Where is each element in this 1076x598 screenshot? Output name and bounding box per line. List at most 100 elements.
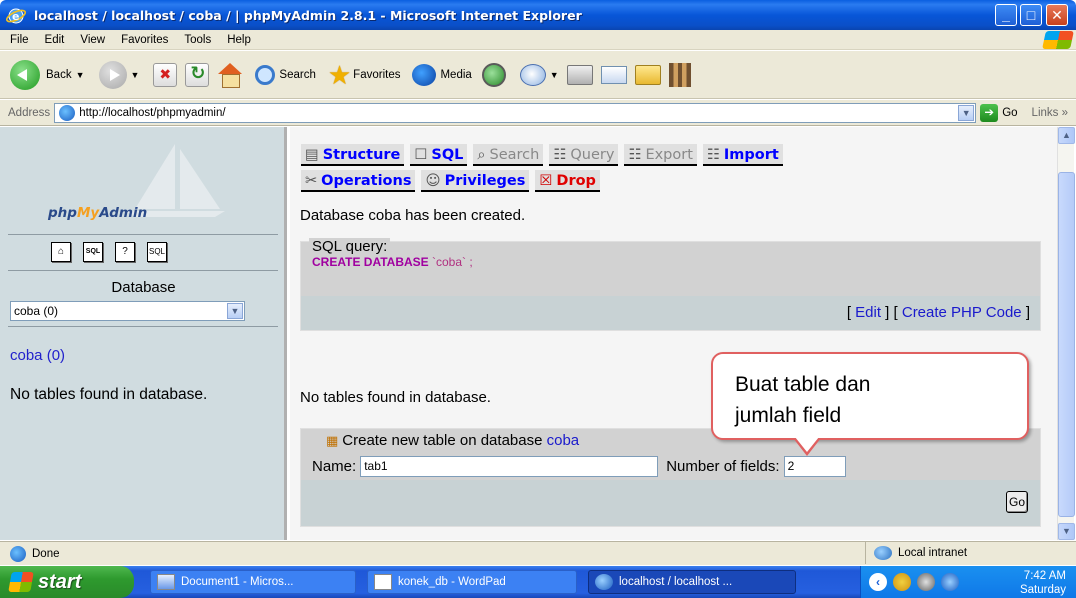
print-button[interactable] [566, 64, 593, 85]
chevron-left-icon[interactable]: ‹ [869, 573, 887, 591]
mail-button[interactable]: ▼ [519, 63, 559, 86]
back-label: Back [46, 68, 72, 81]
address-bar: Address http://localhost/phpmyadmin/ ▼ ➔… [0, 100, 1076, 126]
go-button[interactable]: Go [1006, 491, 1028, 513]
maximize-button[interactable]: □ [1020, 4, 1042, 26]
help-icon[interactable]: ? [115, 242, 135, 262]
zone-label: Local intranet [898, 547, 968, 559]
tab-operations[interactable]: ✂ Operations [301, 170, 416, 192]
tab-search[interactable]: ⌕ Search [473, 144, 544, 166]
create-php-code-link[interactable]: Create PHP Code [902, 304, 1022, 321]
research-button[interactable] [668, 62, 691, 87]
database-label: Database [111, 279, 176, 296]
close-button[interactable]: ✕ [1046, 4, 1068, 26]
system-tray: ‹ 7:42 AM Saturday [860, 566, 1076, 598]
title-bar: e localhost / localhost / coba / | phpMy… [0, 0, 1076, 30]
edit-link[interactable]: Edit [855, 304, 881, 321]
forward-button[interactable]: ▼ [98, 60, 139, 89]
favorites-button[interactable]: ★ Favorites [328, 62, 401, 88]
privileges-icon: ☺ [425, 173, 441, 189]
phpmyadmin-logo[interactable]: phpMyAdmin [48, 205, 147, 221]
links-button[interactable]: Links » [1032, 107, 1068, 119]
taskbar-item-internet-explorer[interactable]: localhost / localhost ... [588, 570, 796, 594]
start-button[interactable]: start [0, 566, 134, 598]
menu-help[interactable]: Help [227, 34, 251, 46]
clock-time: 7:42 AM [1023, 570, 1066, 582]
database-link[interactable]: coba (0) [10, 347, 65, 364]
globe-icon [874, 546, 892, 560]
toolbar: Back ▼ ▼ Search ★ Favorites Media ▼ [0, 51, 1076, 99]
word-icon [157, 574, 175, 590]
fields-label: Number of fields: [666, 458, 780, 475]
search-icon: ⌕ [477, 147, 486, 163]
database-select[interactable]: coba (0) ▼ [10, 301, 245, 321]
refresh-button[interactable] [185, 62, 210, 87]
taskbar: start Document1 - Micros... konek_db - W… [0, 566, 1076, 598]
menu-file[interactable]: File [10, 34, 29, 46]
status-bar: Done Local intranet [0, 541, 1076, 565]
sql-query-text: CREATE DATABASE `coba` ; [312, 255, 473, 269]
tab-sql[interactable]: ☐ SQL [410, 144, 468, 166]
address-input[interactable]: http://localhost/phpmyadmin/ ▼ [54, 102, 977, 123]
create-table-form: ▦ Create new table on database coba Name:… [300, 428, 1041, 527]
table-name-input[interactable]: tab1 [360, 456, 659, 477]
menu-edit[interactable]: Edit [45, 34, 65, 46]
security-zone: Local intranet [865, 542, 967, 564]
menu-view[interactable]: View [80, 34, 105, 46]
address-url: http://localhost/phpmyadmin/ [79, 106, 226, 119]
go-button[interactable]: ➔ Go [980, 103, 1018, 122]
import-icon: ☷ [706, 147, 720, 163]
internet-explorer-icon [595, 574, 613, 590]
edit-icon [600, 65, 627, 84]
tab-export[interactable]: ☷ Export [624, 144, 697, 166]
media-button[interactable]: Media [412, 63, 472, 86]
vertical-scrollbar[interactable]: ▲ ▼ [1057, 127, 1075, 540]
research-icon [668, 62, 691, 87]
menu-tools[interactable]: Tools [184, 34, 211, 46]
new-table-icon: ▦ [326, 433, 339, 448]
window-title: localhost / localhost / coba / | phpMyAd… [34, 7, 582, 23]
drop-icon: ☒ [539, 173, 553, 189]
database-link[interactable]: coba [547, 432, 580, 449]
back-button[interactable]: Back ▼ [6, 59, 85, 90]
favorites-label: Favorites [353, 68, 401, 81]
edit-button[interactable] [600, 65, 627, 84]
database-select-value: coba (0) [14, 304, 59, 318]
search-button[interactable]: Search [255, 64, 316, 85]
scroll-up-icon[interactable]: ▲ [1058, 127, 1075, 144]
chevron-down-icon[interactable]: ▼ [958, 104, 975, 121]
menu-favorites[interactable]: Favorites [121, 34, 168, 46]
tab-structure[interactable]: ▤ Structure [301, 144, 405, 166]
windows-logo-icon [8, 572, 34, 592]
media-label: Media [440, 68, 472, 81]
status-text: Done [32, 547, 60, 560]
page-icon [10, 545, 26, 562]
clock[interactable]: 7:42 AM Saturday [1020, 569, 1066, 597]
structure-icon: ▤ [305, 147, 319, 163]
messenger-icon[interactable] [941, 573, 959, 591]
create-table-actions: Go [301, 480, 1040, 526]
tab-query[interactable]: ☷ Query [549, 144, 619, 166]
tab-drop[interactable]: ☒ Drop [535, 170, 600, 192]
taskbar-item-wordpad[interactable]: konek_db - WordPad [367, 570, 577, 594]
stop-button[interactable] [153, 62, 178, 87]
sql-query-box: SQL query: CREATE DATABASE `coba` ; [ Ed… [300, 238, 1041, 331]
sql-icon[interactable]: SQL [83, 242, 103, 262]
network-icon[interactable] [917, 573, 935, 591]
scrollbar-thumb[interactable] [1058, 172, 1075, 517]
home-icon[interactable]: ⌂ [51, 242, 71, 262]
scroll-down-icon[interactable]: ▼ [1058, 523, 1075, 540]
query-window-icon[interactable]: SQL [147, 242, 167, 262]
home-icon [217, 62, 243, 88]
tab-import[interactable]: ☷ Import [702, 144, 783, 166]
number-of-fields-input[interactable]: 2 [783, 456, 846, 477]
tab-privileges[interactable]: ☺ Privileges [421, 170, 530, 192]
folder-button[interactable] [634, 64, 661, 85]
taskbar-item-word[interactable]: Document1 - Micros... [150, 570, 356, 594]
minimize-button[interactable]: _ [995, 4, 1017, 26]
history-button[interactable] [481, 62, 506, 87]
volume-icon[interactable] [893, 573, 911, 591]
home-button[interactable] [217, 62, 243, 88]
links-label: Links [1031, 106, 1059, 119]
start-label: start [38, 570, 82, 593]
